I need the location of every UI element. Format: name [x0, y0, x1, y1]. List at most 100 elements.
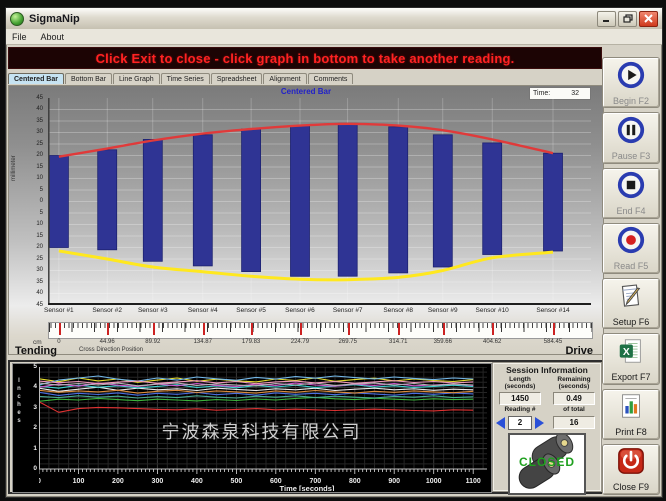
nip-y-tick-label: 20: [13, 152, 43, 158]
svg-text:400: 400: [191, 478, 203, 485]
button-label: Read F5: [614, 261, 649, 271]
total-readings-value: 16: [553, 416, 595, 429]
trend-y-tick-label: 3: [25, 404, 37, 411]
tab-spreadsheet[interactable]: Spreadsheet: [211, 73, 263, 84]
sensor-label: Sensor #7: [333, 307, 363, 314]
nip-y-tick-label: 40: [13, 106, 43, 112]
nip-y-tick-label: 30: [13, 129, 43, 135]
ruler-sensor-tick: [348, 323, 350, 335]
sensor-label-row: Sensor #1Sensor #2Sensor #3Sensor #4Sens…: [9, 307, 603, 319]
watermark-text: 宁波森泉科技有限公司: [162, 418, 362, 444]
read-f5-button[interactable]: Read F5: [602, 223, 660, 274]
svg-text:X: X: [623, 347, 630, 358]
tab-time-series[interactable]: Time Series: [161, 73, 210, 84]
drive-label: Drive: [565, 345, 593, 357]
position-ruler: [48, 322, 593, 339]
reading-number-value: 2: [508, 416, 532, 430]
export-f7-button[interactable]: X Export F7: [602, 333, 660, 384]
remaining-label: Remaining(seconds): [547, 376, 601, 390]
tab-bottom-bar[interactable]: Bottom Bar: [65, 73, 112, 84]
power-icon: [616, 446, 646, 481]
previous-reading-arrow-icon[interactable]: [496, 417, 505, 429]
restore-icon[interactable]: [618, 11, 637, 27]
reading-number-label: Reading #: [493, 406, 547, 413]
trend-graph[interactable]: Inches 012345 01002003004005006007008009…: [12, 363, 492, 493]
button-label: Pause F3: [612, 151, 651, 161]
axis-note-row: Tending Cross Direction Position Drive: [9, 345, 603, 358]
record-icon: [616, 225, 646, 260]
tab-alignment[interactable]: Alignment: [263, 73, 306, 84]
app-icon: [10, 12, 24, 26]
sensor-label: Sensor #10: [476, 307, 509, 314]
notice-banner: Click Exit to close - click graph in bot…: [8, 47, 602, 69]
nip-y-tick-label: 40: [13, 290, 43, 296]
sensor-label: Sensor #14: [536, 307, 569, 314]
nip-y-tick-label: 15: [13, 233, 43, 239]
sensor-label: Sensor #3: [138, 307, 168, 314]
ruler-sensor-tick: [398, 323, 400, 335]
length-value: 1450: [499, 392, 541, 405]
trend-y-tick-label: 4: [25, 383, 37, 390]
ruler-sensor-tick: [203, 323, 205, 335]
excel-icon: X: [616, 336, 646, 371]
nip-bar-svg: [48, 98, 591, 305]
ruler-sensor-tick: [492, 323, 494, 335]
trend-y-tick-label: 5: [25, 363, 37, 370]
tab-line-graph[interactable]: Line Graph: [113, 73, 160, 84]
pause-icon: [616, 115, 646, 150]
trend-y-tick-label: 0: [25, 465, 37, 472]
tab-centered-bar[interactable]: Centered Bar: [8, 73, 64, 84]
ruler-sensor-tick: [300, 323, 302, 335]
button-label: Close F9: [613, 482, 649, 492]
time-label: Time:: [533, 90, 550, 97]
nip-y-axis-ticks: 45403530252015105051015202530354045: [9, 98, 45, 305]
length-label: Length(seconds): [493, 376, 547, 390]
tab-strip: Centered BarBottom BarLine GraphTime Ser…: [8, 69, 354, 84]
app-window: SigmaNip File About Click Exit to close …: [5, 7, 663, 498]
nip-y-tick-label: 35: [13, 279, 43, 285]
time-value: 32: [571, 90, 579, 97]
trend-y-tick-label: 2: [25, 424, 37, 431]
sensor-label: Sensor #6: [285, 307, 315, 314]
end-f4-button[interactable]: End F4: [602, 168, 660, 219]
nip-y-tick-label: 20: [13, 244, 43, 250]
close-icon[interactable]: [639, 11, 658, 27]
nip-y-tick-label: 15: [13, 164, 43, 170]
sensor-label: Sensor #1: [44, 307, 74, 314]
svg-text:200: 200: [112, 478, 124, 485]
setup-f6-button[interactable]: Setup F6: [602, 278, 660, 329]
tab-comments[interactable]: Comments: [308, 73, 354, 84]
button-label: Export F7: [611, 372, 650, 382]
menu-bar: File About: [6, 29, 662, 45]
ruler-sensor-tick: [153, 323, 155, 335]
nip-y-tick-label: 25: [13, 141, 43, 147]
window-title: SigmaNip: [29, 13, 597, 25]
begin-f2-button[interactable]: Begin F2: [602, 57, 660, 108]
sensor-label: Sensor #9: [428, 307, 458, 314]
svg-text:800: 800: [349, 478, 361, 485]
menu-file[interactable]: File: [12, 32, 27, 42]
button-label: Begin F2: [613, 96, 649, 106]
session-length-remaining: Length(seconds) 1450 Remaining(seconds) …: [493, 376, 601, 405]
svg-text:300: 300: [152, 478, 164, 485]
ruler-sensor-tick: [443, 323, 445, 335]
nip-chart-panel: Centered Bar Time: 32 millimeter 4540353…: [8, 85, 604, 355]
minimize-icon[interactable]: [597, 11, 616, 27]
ruler-sensor-tick: [553, 323, 555, 335]
nip-y-tick-label: 35: [13, 118, 43, 124]
pause-f3-button[interactable]: Pause F3: [602, 112, 660, 163]
print-f8-button[interactable]: Print F8: [602, 389, 660, 440]
session-reading-total: Reading # of total: [493, 406, 601, 413]
tending-label: Tending: [15, 345, 57, 357]
menu-about[interactable]: About: [41, 32, 65, 42]
of-total-label: of total: [547, 406, 601, 413]
next-reading-arrow-icon[interactable]: [535, 417, 544, 429]
nip-bar-plot: [48, 98, 591, 305]
button-label: Print F8: [615, 427, 647, 437]
svg-text:500: 500: [231, 478, 243, 485]
close-f9-button[interactable]: Close F9: [602, 444, 660, 495]
trend-y-tick-label: 1: [25, 445, 37, 452]
svg-text:100: 100: [73, 478, 85, 485]
title-bar[interactable]: SigmaNip: [6, 8, 662, 30]
ruler-sensor-tick: [59, 323, 61, 335]
